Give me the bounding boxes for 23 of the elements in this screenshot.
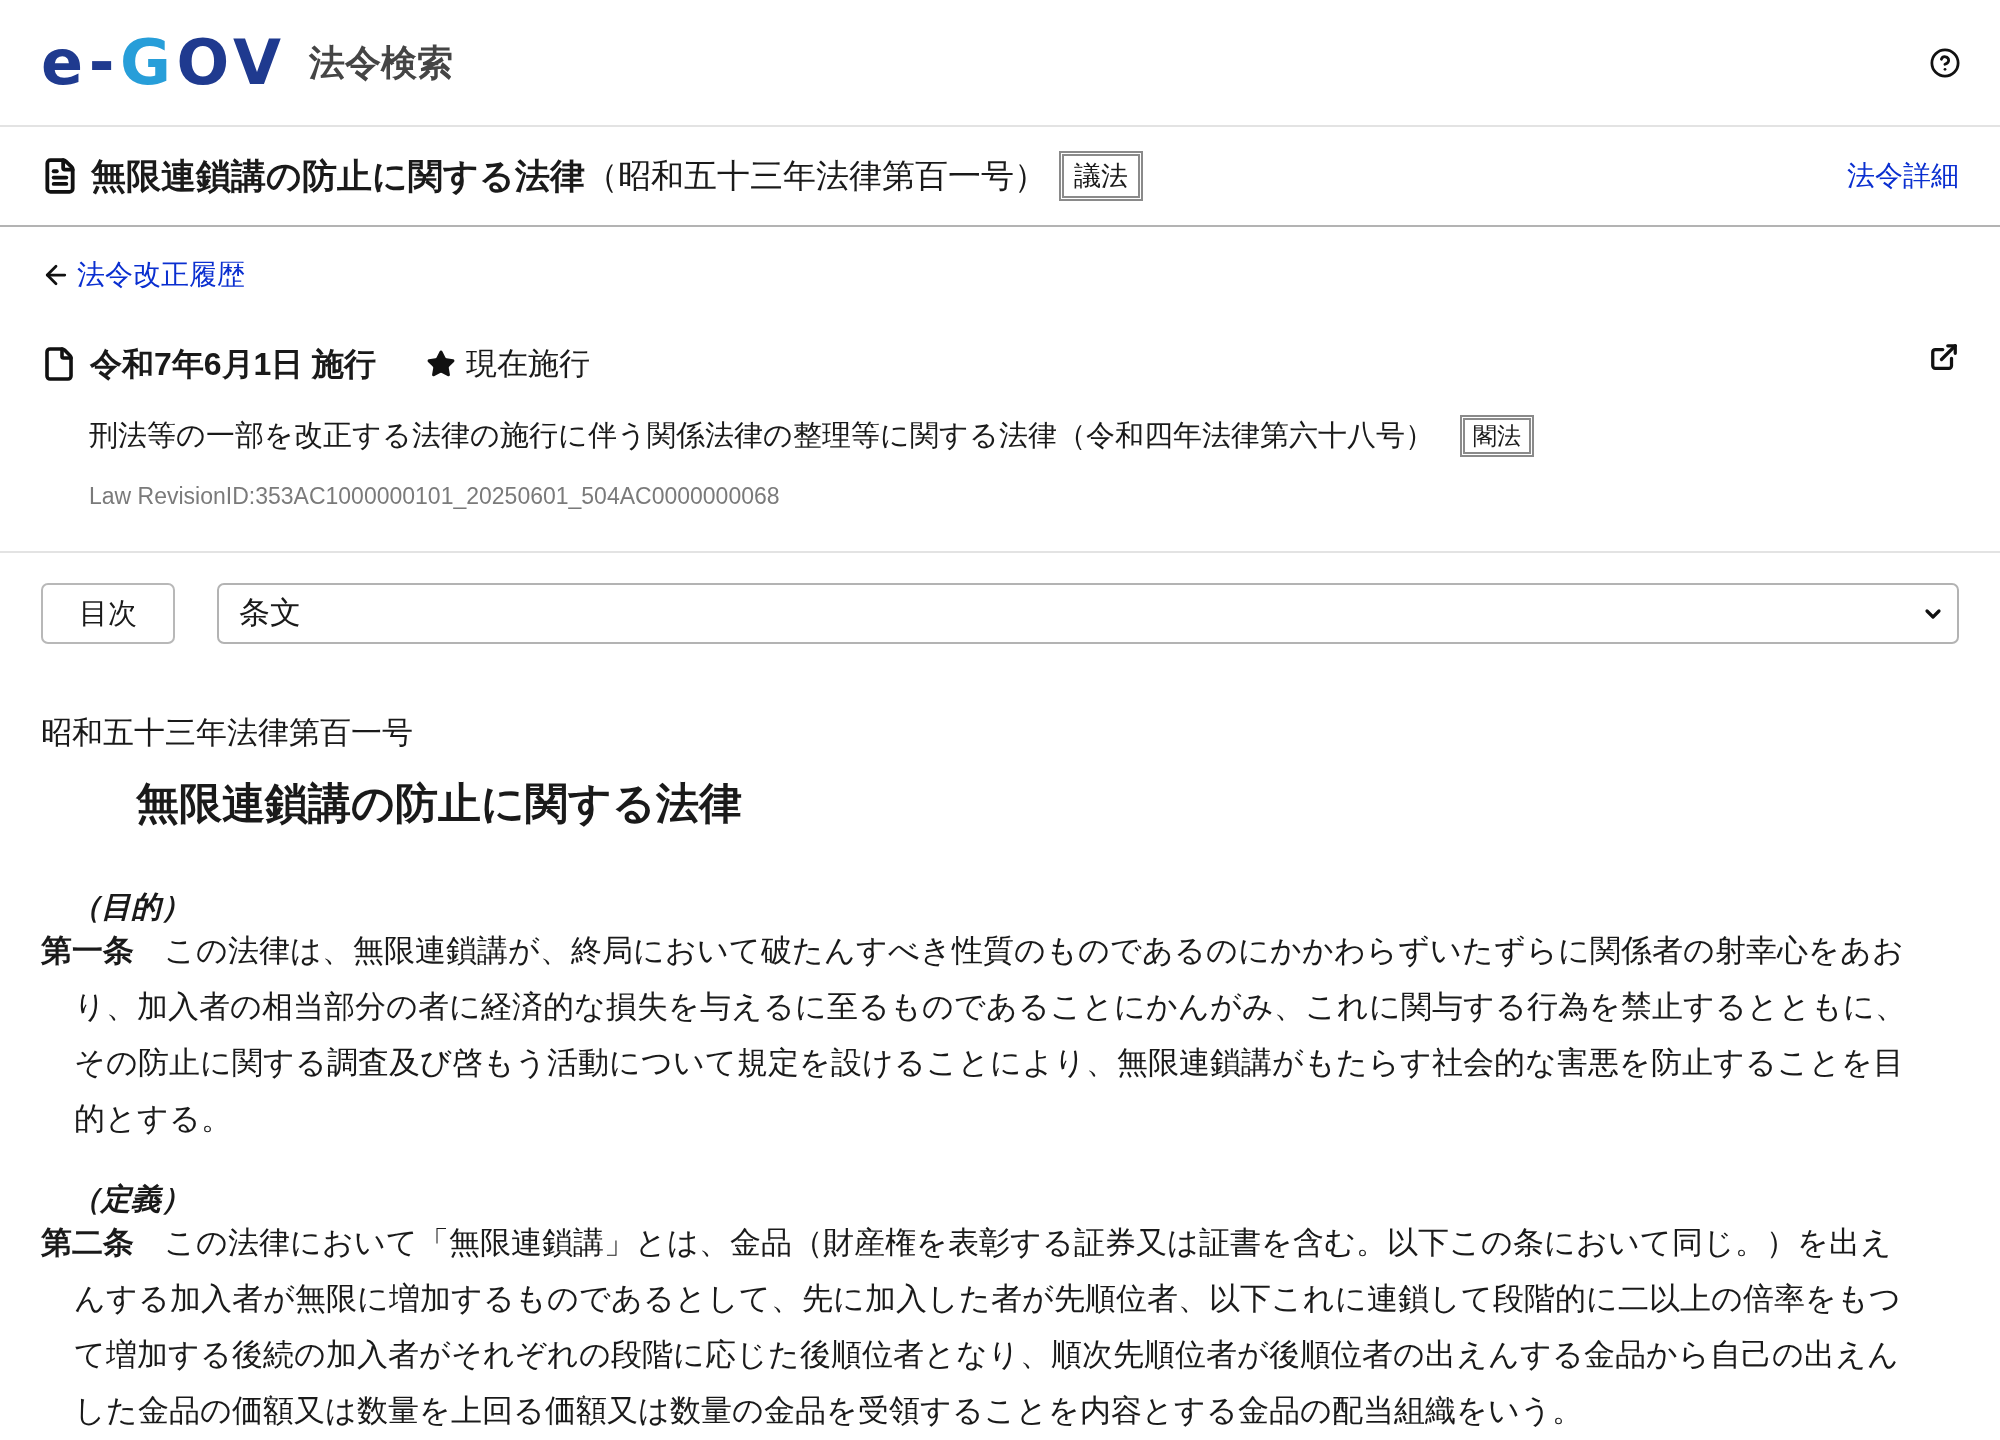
status-text: 現在施行 [466,344,591,383]
logo[interactable]: e-GOV [41,31,287,94]
law-number-line: 昭和五十三年法律第百一号 [41,714,413,752]
law-title: 無限連鎖講の防止に関する法律 [91,154,585,197]
help-icon[interactable] [1930,47,1960,78]
law-number: （昭和五十三年法律第百一号） [585,156,1047,197]
effective-date: 令和7年6月1日 施行 [90,345,377,384]
article-caption: （定義） [71,1183,191,1215]
article-caption: （目的） [71,891,191,923]
revision-id: Law RevisionID:353AC1000000101_20250601_504AC0000000068 [89,481,780,511]
article-text: 第一条 この法律は、無限連鎖講が、終局において破たんすべき性質のものであるのにかかわらずいたずらに関係者の射幸心をあおり、加入者の相当部分の者に経済的な損失を与えるに至るものであることにかんがみ、これに関与する行為を禁止するとともに、その防止に関する調査及び啓もう活動について規定を設けることにより、無限連鎖講がもたらす社会的な害悪を防止することを目的とする。 [41,932,1907,1138]
back-link[interactable]: 法令改正履歴 [41,254,245,296]
article-text: 第二条 この法律において「無限連鎖講」とは、金品（財産権を表彰する証券又は証書を含む。以下この条において同じ。）を出えんする加入者が無限に増加するものであるとして、先に加入した者が先順位者、以下これに連鎖して段階的に二以上の倍率をもつて増加する後続の加入者がそれぞれの段階に応じた後順位者となり、順次先順位者が後順位者の出えんする金品から自己の出えんした金品の価額又は数量を上回る価額又は数量の金品を受領することを内容とする金品の配当組織をいう。 [41,1224,1902,1430]
law-type-tag: 閣法 [1460,415,1534,457]
law-details-link[interactable]: 法令詳細 [1847,155,1959,197]
toc-button[interactable]: 目次 [41,583,175,644]
law-type-tag: 議法 [1059,151,1143,201]
amending-law: 刑法等の一部を改正する法律の施行に伴う関係法律の整理等に関する法律（令和四年法律第六十八号） [89,418,1434,454]
document-title: 無限連鎖講の防止に関する法律 [136,778,742,829]
app-name: 法令検索 [308,44,453,81]
section-select[interactable]: 条文 [217,583,1959,644]
external-link-icon[interactable] [1929,342,1959,372]
star-icon [426,349,457,379]
